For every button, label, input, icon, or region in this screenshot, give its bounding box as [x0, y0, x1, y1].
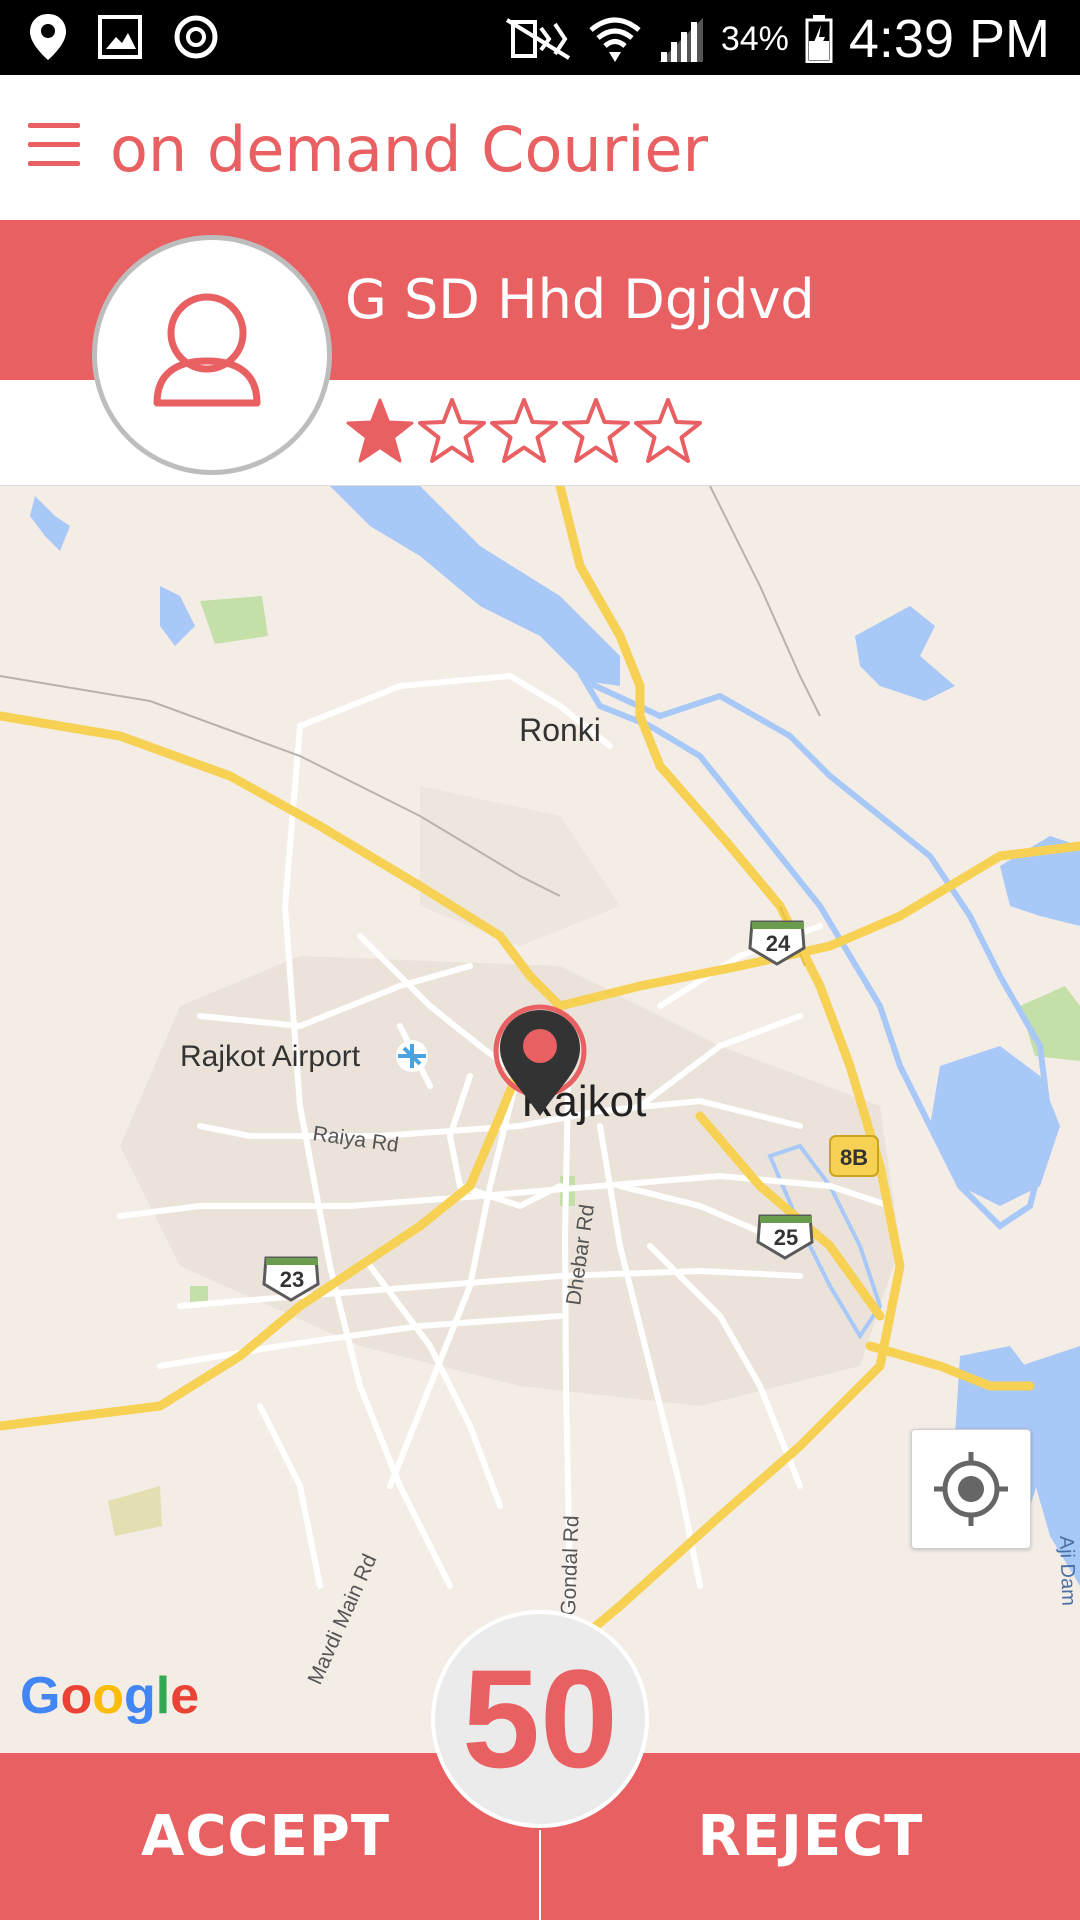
- my-location-button[interactable]: [911, 1429, 1031, 1549]
- svg-text:8B: 8B: [840, 1145, 868, 1170]
- place-label: Ronki: [519, 712, 601, 748]
- rating-stars: [345, 398, 703, 464]
- airport-label: Rajkot Airport: [180, 1040, 361, 1073]
- map-canvas[interactable]: Ronki Rajkot Airport Rajkot Raiya Rd Dhe…: [0, 486, 1080, 1753]
- customer-name: G SD Hhd Dgjdvd: [345, 268, 815, 331]
- mute-icon: [505, 18, 570, 60]
- star-empty-icon: [418, 398, 486, 463]
- park-area: [200, 596, 268, 644]
- svg-text:23: 23: [280, 1267, 304, 1292]
- location-icon: [30, 14, 66, 60]
- lake: [855, 606, 955, 701]
- countdown-timer: 50: [431, 1610, 649, 1828]
- star-empty-icon: [490, 398, 558, 463]
- star-empty-icon: [634, 398, 702, 463]
- app-bar: on demand Courier: [0, 75, 1080, 220]
- avatar: [92, 235, 332, 475]
- signal-icon: [658, 18, 703, 62]
- airport-icon: [396, 1040, 428, 1072]
- my-location-icon: [934, 1452, 1008, 1526]
- status-bar: 34% 4:39 PM: [0, 0, 1080, 75]
- hamburger-menu-icon[interactable]: [28, 123, 80, 169]
- app-title: on demand Courier: [110, 113, 709, 186]
- person-icon: [153, 293, 261, 407]
- svg-text:25: 25: [774, 1225, 798, 1250]
- road-label: Gondal Rd: [557, 1515, 583, 1616]
- clock: 4:39 PM: [848, 9, 1050, 69]
- star-empty-icon: [562, 398, 630, 463]
- battery-icon: [805, 15, 833, 63]
- highway-shield: 8B: [829, 1135, 879, 1177]
- google-attribution: Google: [20, 1666, 199, 1726]
- sync-icon: [174, 15, 218, 59]
- wifi-icon: [589, 17, 641, 62]
- water-label: Aji Dam: [1055, 1535, 1079, 1606]
- svg-text:24: 24: [766, 931, 791, 956]
- google-logo: Google: [20, 1667, 200, 1725]
- map-view[interactable]: Ronki Rajkot Airport Rajkot Raiya Rd Dhe…: [0, 486, 1080, 1753]
- reject-label: REJECT: [697, 1804, 924, 1869]
- image-icon: [98, 15, 142, 59]
- river: [330, 486, 620, 686]
- accept-label: ACCEPT: [140, 1804, 391, 1869]
- star-filled-icon: [346, 398, 414, 463]
- battery-percent: 34%: [720, 19, 789, 58]
